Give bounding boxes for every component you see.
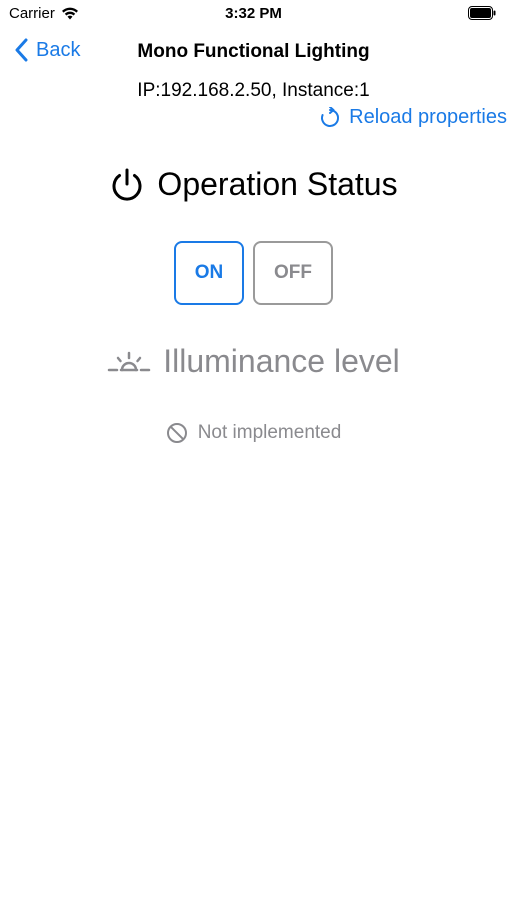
operation-status-heading: Operation Status <box>0 166 507 203</box>
status-bar: Carrier 3:32 PM <box>0 0 507 28</box>
reload-properties-button[interactable]: Reload properties <box>319 106 507 129</box>
on-button[interactable]: ON <box>174 241 244 305</box>
operation-status-title: Operation Status <box>157 166 398 202</box>
illuminance-heading: Illuminance level <box>0 343 507 380</box>
reload-label: Reload properties <box>349 106 507 128</box>
prohibited-icon <box>166 423 187 443</box>
off-button[interactable]: OFF <box>253 241 333 305</box>
not-implemented-status: Not implemented <box>0 422 507 444</box>
device-info: IP:192.168.2.50, Instance:1 <box>137 80 370 101</box>
operation-toggle: ON OFF <box>174 241 333 305</box>
screen: Carrier 3:32 PM Back Mono Functional Lig… <box>0 0 507 900</box>
status-time: 3:32 PM <box>225 5 282 22</box>
not-implemented-label: Not implemented <box>197 422 342 443</box>
page-title: Mono Functional Lighting <box>137 41 370 62</box>
battery-icon <box>468 6 496 25</box>
power-icon <box>112 168 142 201</box>
illuminance-title: Illuminance level <box>163 343 400 379</box>
sunrise-icon <box>107 351 151 371</box>
reload-icon <box>321 106 340 127</box>
